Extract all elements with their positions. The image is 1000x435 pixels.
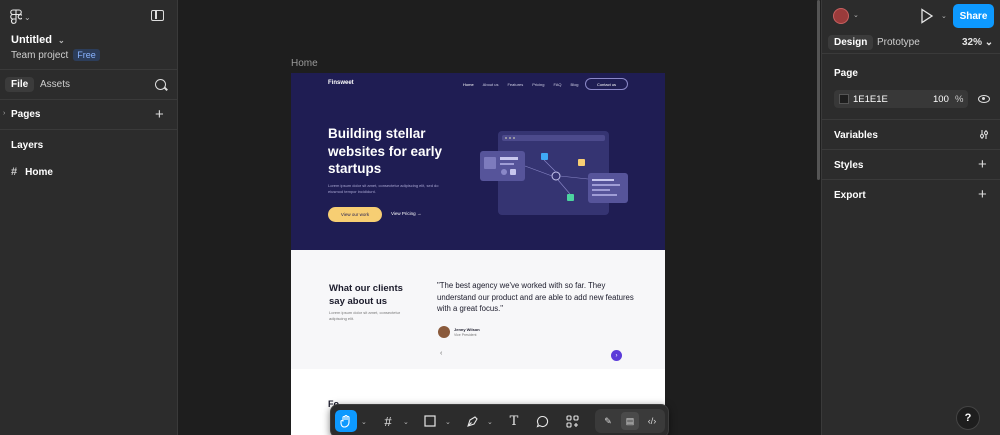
canvas[interactable]: Home Finsweet Home About us Features Pri… <box>178 0 821 435</box>
hero-subtitle: Lorem ipsum dolor sit amet, consectetur … <box>328 183 439 194</box>
nav-item: Features <box>507 82 524 87</box>
nav-item: Blog <box>570 82 579 87</box>
tab-assets[interactable]: Assets <box>34 77 76 92</box>
opacity-unit: % <box>955 94 964 105</box>
sidebar-toggle-icon[interactable] <box>151 10 164 21</box>
layer-item-home[interactable]: # Home <box>11 166 53 178</box>
chevron-right-icon[interactable]: › <box>3 110 5 117</box>
bottom-toolbar: ⌄ # ⌄ ⌄ ⌄ T ✎ ▤ ‹/› <box>330 404 669 435</box>
chevron-down-icon[interactable]: ⌄ <box>403 418 409 426</box>
chevron-down-icon[interactable]: ⌄ <box>445 418 451 426</box>
figma-editor: ⌄ Untitled ⌄ Team project Free File Asse… <box>0 0 1000 435</box>
page-color-field[interactable]: 1E1E1E 100 % <box>834 90 968 108</box>
present-play-icon[interactable] <box>920 8 934 24</box>
chevron-down-icon[interactable]: ⌄ <box>487 418 493 426</box>
search-icon[interactable] <box>155 79 166 90</box>
share-button[interactable]: Share <box>953 4 994 28</box>
page-color-hex[interactable]: 1E1E1E <box>853 94 888 105</box>
project-name: Team project <box>11 49 69 61</box>
export-label: Export <box>834 190 866 201</box>
nav-item: About us <box>482 82 499 87</box>
next-arrow-icon: › <box>611 350 622 361</box>
design-mode-icon[interactable]: ▤ <box>621 412 639 430</box>
nav-item: Home <box>463 82 474 87</box>
pricing-link-label: View Pricing <box>391 211 416 216</box>
chevron-down-icon[interactable]: ⌄ <box>361 418 367 426</box>
hero-illustration <box>480 131 628 215</box>
chevron-down-icon: ⌄ <box>57 35 65 45</box>
export-section: Export <box>822 180 1000 210</box>
tab-file[interactable]: File <box>5 77 35 92</box>
dev-mode-icon[interactable]: ‹/› <box>643 412 661 430</box>
layers-label: Layers <box>11 140 44 151</box>
hand-tool-icon[interactable] <box>335 410 357 432</box>
site-contact-button: Contact us <box>585 78 628 90</box>
left-panel: ⌄ Untitled ⌄ Team project Free File Asse… <box>0 0 178 435</box>
draw-mode-icon[interactable]: ✎ <box>599 412 617 430</box>
page-section: Page <box>822 55 1000 120</box>
nav-item: FAQ <box>553 82 562 87</box>
chevron-down-icon[interactable]: ⌄ <box>853 11 859 19</box>
color-swatch[interactable] <box>839 94 849 104</box>
styles-label: Styles <box>834 160 864 171</box>
hero-section: Finsweet Home About us Features Pricing … <box>291 73 665 250</box>
testimonial-quote: "The best agency we've worked with so fa… <box>437 281 634 313</box>
hero-title: Building stellar websites for early star… <box>328 126 443 176</box>
frame-icon: # <box>11 166 18 178</box>
nav-item: Pricing <box>532 82 545 87</box>
left-tabs: File Assets <box>0 70 177 100</box>
file-title[interactable]: Untitled ⌄ <box>11 34 65 46</box>
layer-name: Home <box>25 166 53 178</box>
figma-logo-icon <box>10 9 22 24</box>
user-avatar[interactable] <box>833 8 849 24</box>
project-info[interactable]: Team project Free <box>11 49 100 61</box>
text-tool-icon[interactable]: T <box>503 410 525 432</box>
styles-section: Styles <box>822 150 1000 180</box>
prev-arrow-icon: ‹ <box>440 350 443 357</box>
page-opacity[interactable]: 100 <box>933 94 949 105</box>
author-name: Jenny Wilson <box>454 327 480 332</box>
add-style-icon[interactable]: + <box>978 157 987 172</box>
tab-design[interactable]: Design <box>828 35 874 50</box>
frame-label[interactable]: Home <box>291 58 318 69</box>
chevron-down-icon[interactable]: ⌄ <box>941 12 947 20</box>
pages-label[interactable]: Pages <box>11 109 40 120</box>
page-section-title: Page <box>834 68 858 79</box>
eye-icon[interactable] <box>978 95 990 103</box>
right-panel: ⌄ ⌄ Share Design Prototype 32% ⌄ Page 1E… <box>821 0 1000 435</box>
file-header: ⌄ Untitled ⌄ Team project Free <box>0 0 177 70</box>
add-page-icon[interactable]: + <box>155 107 164 122</box>
variables-icon[interactable] <box>979 129 989 140</box>
main-menu-button[interactable]: ⌄ <box>10 9 32 25</box>
testimonials-subtitle: Lorem ipsum dolor sit amet, consectetur … <box>329 310 401 321</box>
author-avatar <box>438 326 450 338</box>
author-role: Vice President <box>454 333 477 337</box>
tab-prototype[interactable]: Prototype <box>871 35 926 50</box>
testimonials-section: What our clients say about us Lorem ipsu… <box>291 250 665 369</box>
frame-tool-icon[interactable]: # <box>377 410 399 432</box>
zoom-value: 32% <box>962 37 983 48</box>
testimonials-title: What our clients say about us <box>329 283 403 307</box>
mode-switcher: ✎ ▤ ‹/› <box>595 409 665 433</box>
zoom-level[interactable]: 32% ⌄ <box>962 37 993 48</box>
hero-cta-button: View our work <box>328 207 382 222</box>
frame-home[interactable]: Finsweet Home About us Features Pricing … <box>291 73 665 435</box>
rectangle-tool-icon[interactable] <box>419 410 441 432</box>
pen-tool-icon[interactable] <box>461 410 483 432</box>
site-brand: Finsweet <box>328 80 354 86</box>
variables-section: Variables <box>822 120 1000 150</box>
help-button[interactable]: ? <box>956 406 980 430</box>
plan-badge: Free <box>73 49 100 61</box>
actions-tool-icon[interactable] <box>561 410 583 432</box>
pages-section: › Pages + <box>0 100 177 130</box>
site-nav: Home About us Features Pricing FAQ Blog <box>463 82 579 87</box>
hero-pricing-link: View Pricing → <box>391 211 422 216</box>
file-name: Untitled <box>11 34 52 46</box>
design-tabs: Design Prototype 32% ⌄ <box>822 32 1000 54</box>
add-export-icon[interactable]: + <box>978 187 987 202</box>
comment-tool-icon[interactable] <box>531 410 553 432</box>
chevron-down-icon: ⌄ <box>24 12 31 22</box>
variables-label: Variables <box>834 130 878 141</box>
